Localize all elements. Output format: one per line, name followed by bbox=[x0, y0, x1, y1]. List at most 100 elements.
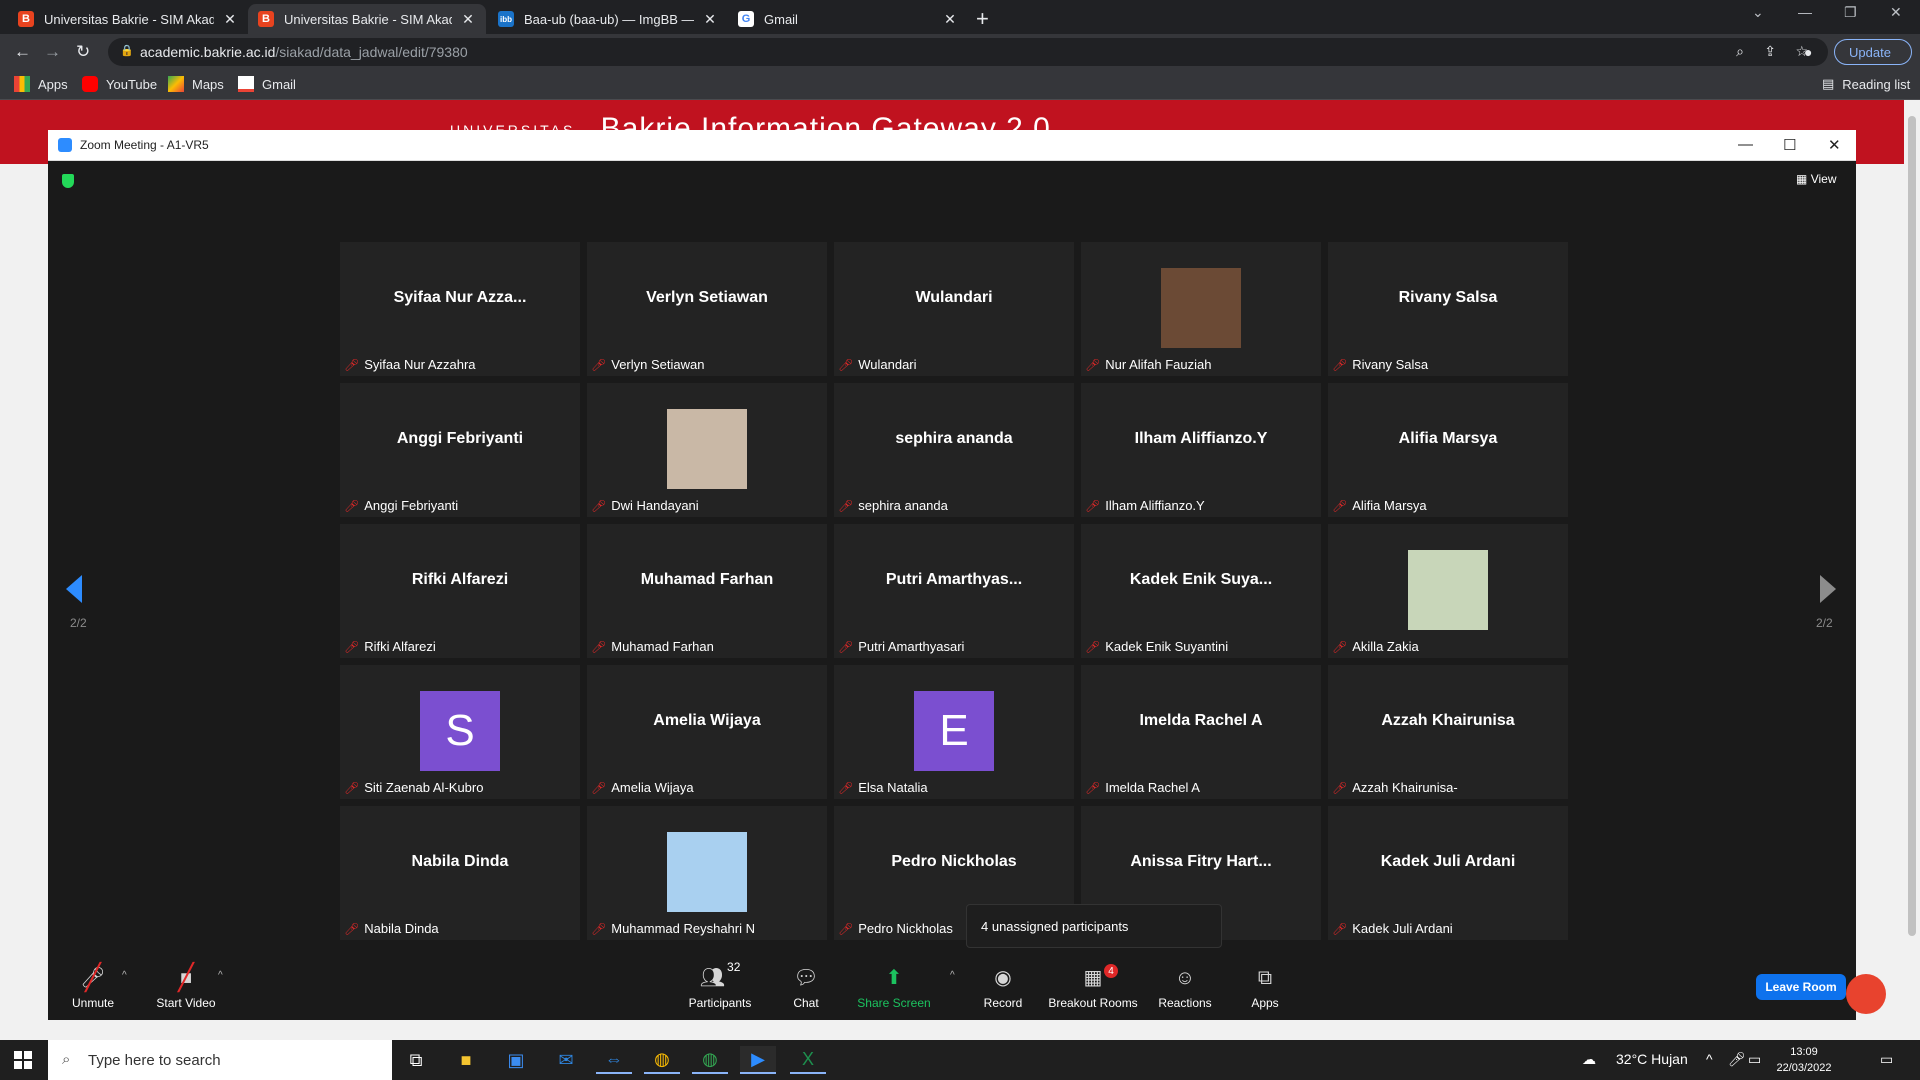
participant-name-label: 🎤︎ Rivany Salsa bbox=[1332, 357, 1428, 372]
participant-tile[interactable]: Azzah Khairunisa 🎤︎ Azzah Khairunisa- bbox=[1328, 665, 1568, 799]
participant-tile[interactable]: 🎤︎ Dwi Handayani bbox=[587, 383, 827, 517]
weather-icon[interactable]: ☁ bbox=[1582, 1051, 1596, 1068]
participant-tile[interactable]: Wulandari 🎤︎ Wulandari bbox=[834, 242, 1074, 376]
browser-tab[interactable]: ibb Baa-ub (baa-ub) — ImgBB — La ✕ bbox=[488, 4, 728, 34]
chat-button[interactable]: 💬︎ Chat bbox=[761, 960, 851, 1010]
reactions-button[interactable]: ☺ Reactions bbox=[1140, 960, 1230, 1010]
participant-tile[interactable]: Imelda Rachel A 🎤︎ Imelda Rachel A bbox=[1081, 665, 1321, 799]
close-window-icon[interactable]: ✕ bbox=[1890, 4, 1902, 21]
back-icon[interactable]: ← bbox=[14, 42, 31, 62]
participant-name-label: 🎤︎ sephira ananda bbox=[838, 498, 948, 513]
chrome-icon[interactable]: ◍ bbox=[644, 1046, 680, 1074]
address-bar[interactable]: 🔒 academic.bakrie.ac.id/siakad/data_jadw… bbox=[108, 38, 1828, 66]
participant-tile[interactable]: E 🎤︎ Elsa Natalia bbox=[834, 665, 1074, 799]
muted-mic-icon: 🎤︎ bbox=[344, 357, 360, 372]
bookmark-maps[interactable]: Maps bbox=[168, 76, 224, 92]
participant-tile[interactable]: Syifaa Nur Azza... 🎤︎ Syifaa Nur Azzahra bbox=[340, 242, 580, 376]
tab-search-icon[interactable]: ⌄ bbox=[1752, 4, 1764, 21]
tray-overflow-icon[interactable]: ^ bbox=[1706, 1051, 1713, 1067]
leave-room-button[interactable]: Leave Room bbox=[1756, 974, 1846, 1000]
file-explorer-icon[interactable]: ■ bbox=[448, 1046, 484, 1074]
zoom-taskbar-icon[interactable]: ▶ bbox=[740, 1046, 776, 1074]
record-button[interactable]: ◉ Record bbox=[958, 960, 1048, 1010]
browser-tab[interactable]: B Universitas Bakrie - SIM Akadem ✕ bbox=[8, 4, 248, 34]
forward-icon[interactable]: → bbox=[44, 42, 61, 62]
share-options-caret-icon[interactable]: ^ bbox=[950, 970, 955, 981]
taskbar-clock[interactable]: 13:09 22/03/2022 bbox=[1776, 1044, 1832, 1076]
chrome-profile-icon[interactable]: ◍ bbox=[692, 1046, 728, 1074]
muted-mic-icon: 🎤︎ bbox=[344, 639, 360, 654]
task-view-icon[interactable]: ⧉ bbox=[398, 1046, 434, 1074]
network-icon[interactable]: ▭ bbox=[1748, 1051, 1761, 1068]
tab-close-icon[interactable]: ✕ bbox=[460, 11, 476, 28]
participant-tile[interactable]: Kadek Juli Ardani 🎤︎ Kadek Juli Ardani bbox=[1328, 806, 1568, 940]
participant-tile[interactable]: sephira ananda 🎤︎ sephira ananda bbox=[834, 383, 1074, 517]
audio-options-caret-icon[interactable]: ^ bbox=[122, 970, 127, 981]
share-screen-button[interactable]: ⬆ Share Screen bbox=[849, 960, 939, 1010]
zoom-lens-icon[interactable]: ⌕ bbox=[1736, 43, 1744, 60]
notifications-icon[interactable]: ▭ bbox=[1880, 1051, 1893, 1068]
muted-mic-icon: 🎤︎ bbox=[591, 357, 607, 372]
bookmark-gmail[interactable]: Gmail bbox=[238, 76, 296, 92]
store-icon[interactable]: ▣ bbox=[498, 1046, 534, 1074]
participant-tile[interactable]: 🎤︎ Nur Alifah Fauziah bbox=[1081, 242, 1321, 376]
reload-icon[interactable]: ↻ bbox=[76, 42, 90, 62]
participant-tile[interactable]: 🎤︎ Muhammad Reyshahri N bbox=[587, 806, 827, 940]
participant-tile[interactable]: S 🎤︎ Siti Zaenab Al-Kubro bbox=[340, 665, 580, 799]
bookmark-youtube[interactable]: YouTube bbox=[82, 76, 157, 92]
breakout-rooms-button[interactable]: ▦ 4 Breakout Rooms bbox=[1048, 960, 1138, 1010]
profile-icon[interactable]: ● bbox=[1804, 44, 1812, 60]
excel-icon[interactable]: X bbox=[790, 1046, 826, 1074]
participants-button[interactable]: 👥︎ 32 Participants bbox=[675, 960, 765, 1010]
start-video-button[interactable]: ■ ╱ Start Video bbox=[141, 960, 231, 1010]
restore-icon[interactable]: ❐ bbox=[1844, 4, 1857, 21]
reading-list[interactable]: ▤ Reading list bbox=[1822, 76, 1910, 92]
bookmark-label: Maps bbox=[192, 76, 224, 92]
participant-tile[interactable]: Putri Amarthyas... 🎤︎ Putri Amarthyasari bbox=[834, 524, 1074, 658]
bookmark-label: YouTube bbox=[106, 76, 158, 92]
update-button[interactable]: Update bbox=[1834, 39, 1912, 65]
next-page-arrow-icon[interactable] bbox=[1820, 575, 1836, 603]
teamviewer-icon[interactable]: ⇔ bbox=[596, 1046, 632, 1074]
zoom-maximize-icon[interactable]: ☐ bbox=[1783, 136, 1796, 154]
participant-tile[interactable]: Ilham Aliffianzo.Y 🎤︎ Ilham Aliffianzo.Y bbox=[1081, 383, 1321, 517]
mail-icon[interactable]: ✉ bbox=[548, 1046, 584, 1074]
tab-close-icon[interactable]: ✕ bbox=[222, 11, 238, 28]
participant-tile[interactable]: Nabila Dinda 🎤︎ Nabila Dinda bbox=[340, 806, 580, 940]
zoom-close-icon[interactable]: ✕ bbox=[1828, 136, 1841, 154]
apps-button[interactable]: ⧉ Apps bbox=[1220, 960, 1310, 1010]
mic-tray-icon[interactable]: 🎤︎ bbox=[1728, 1051, 1746, 1068]
browser-tab[interactable]: G Gmail ✕ bbox=[728, 4, 968, 34]
unmute-button[interactable]: 🎤︎ ╱ Unmute bbox=[48, 960, 138, 1010]
imgbb-favicon-icon: ibb bbox=[498, 11, 514, 27]
participant-tile[interactable]: 🎤︎ Akilla Zakia bbox=[1328, 524, 1568, 658]
participant-tile[interactable]: Alifia Marsya 🎤︎ Alifia Marsya bbox=[1328, 383, 1568, 517]
participant-tile[interactable]: Kadek Enik Suya... 🎤︎ Kadek Enik Suyantini bbox=[1081, 524, 1321, 658]
weather-text[interactable]: 32°C Hujan bbox=[1616, 1051, 1688, 1067]
participant-tile[interactable]: Amelia Wijaya 🎤︎ Amelia Wijaya bbox=[587, 665, 827, 799]
tab-close-icon[interactable]: ✕ bbox=[702, 11, 718, 28]
browser-tab-active[interactable]: B Universitas Bakrie - SIM Akadem ✕ bbox=[248, 4, 486, 34]
previous-page-arrow-icon[interactable] bbox=[66, 575, 82, 603]
view-button[interactable]: ▦ View bbox=[1796, 172, 1836, 186]
participant-name: Siti Zaenab Al-Kubro bbox=[364, 780, 484, 795]
participant-tile[interactable]: Rivany Salsa 🎤︎ Rivany Salsa bbox=[1328, 242, 1568, 376]
taskbar-search[interactable]: ⌕ Type here to search bbox=[48, 1040, 392, 1080]
minimize-icon[interactable]: — bbox=[1798, 4, 1812, 20]
scrollbar-thumb[interactable] bbox=[1908, 116, 1916, 936]
bakrie-favicon-icon: B bbox=[18, 11, 34, 27]
getbutton-chat-widget-icon[interactable] bbox=[1846, 974, 1886, 1014]
participant-tile[interactable]: Verlyn Setiawan 🎤︎ Verlyn Setiawan bbox=[587, 242, 827, 376]
new-tab-icon[interactable]: + bbox=[976, 6, 989, 32]
video-options-caret-icon[interactable]: ^ bbox=[218, 970, 223, 981]
windows-start-icon[interactable] bbox=[14, 1051, 32, 1069]
share-icon[interactable]: ⇪ bbox=[1764, 43, 1776, 60]
participant-tile[interactable]: Rifki Alfarezi 🎤︎ Rifki Alfarezi bbox=[340, 524, 580, 658]
encryption-shield-icon[interactable] bbox=[62, 174, 74, 188]
bookmark-apps[interactable]: Apps bbox=[14, 76, 68, 92]
zoom-minimize-icon[interactable]: — bbox=[1738, 136, 1753, 153]
tab-close-icon[interactable]: ✕ bbox=[942, 11, 958, 28]
participant-tile[interactable]: Anggi Febriyanti 🎤︎ Anggi Febriyanti bbox=[340, 383, 580, 517]
participant-tile[interactable]: Muhamad Farhan 🎤︎ Muhamad Farhan bbox=[587, 524, 827, 658]
page-scrollbar[interactable] bbox=[1904, 100, 1920, 1040]
